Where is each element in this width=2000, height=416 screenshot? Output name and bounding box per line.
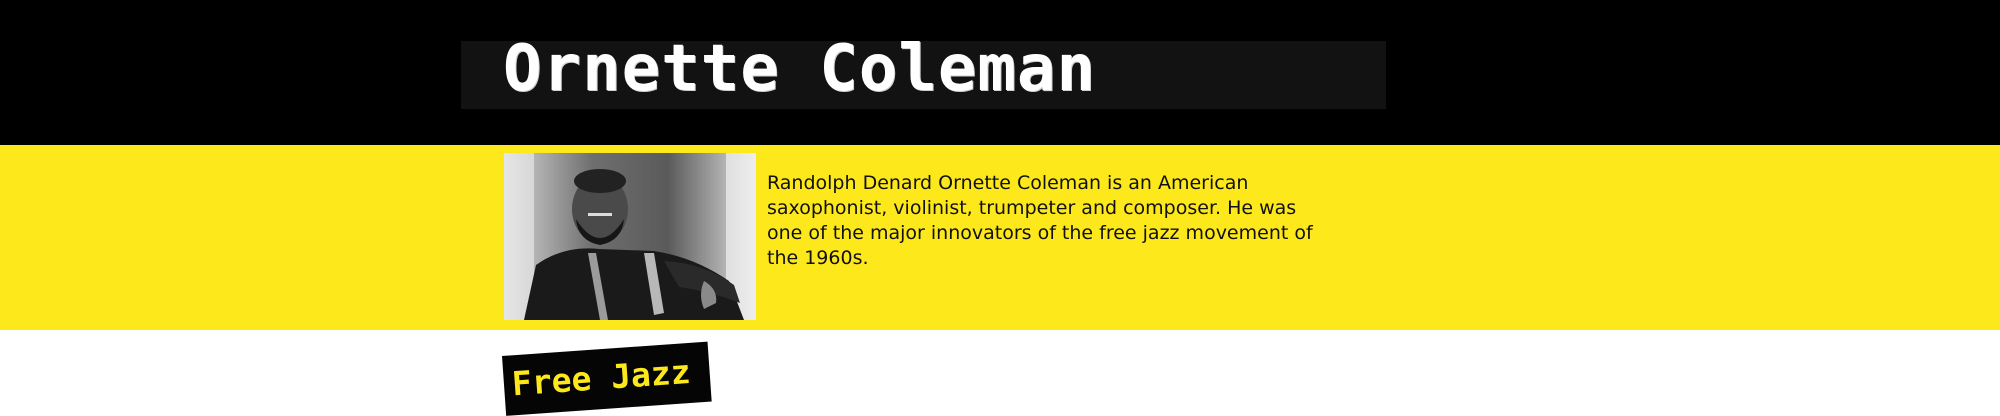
portrait-photo-icon: [504, 153, 756, 320]
title-box: Ornette Coleman: [461, 32, 1386, 109]
free-jazz-tag-label: Free Jazz: [510, 351, 692, 404]
page-title: Ornette Coleman: [503, 32, 1096, 106]
free-jazz-tag: Free Jazz: [502, 341, 712, 416]
portrait-photo: [504, 153, 756, 320]
bio-section: Randolph Denard Ornette Coleman is an Am…: [0, 145, 2000, 330]
header-band: Ornette Coleman: [0, 0, 2000, 145]
bio-text: Randolph Denard Ornette Coleman is an Am…: [767, 172, 1313, 269]
